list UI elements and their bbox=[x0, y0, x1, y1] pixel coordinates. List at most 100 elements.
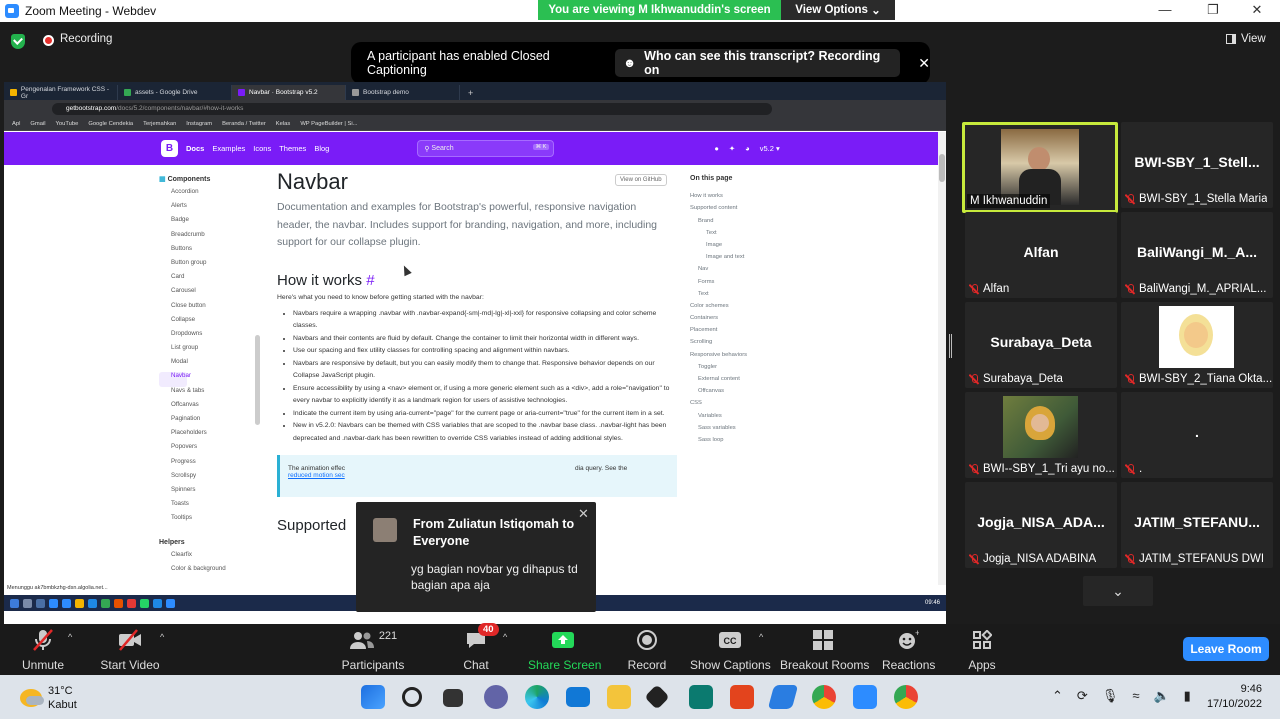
scrollbar-thumb[interactable] bbox=[939, 154, 945, 182]
bookmark[interactable]: Instagram bbox=[186, 121, 212, 127]
dropbox-icon[interactable] bbox=[644, 684, 670, 710]
sidebar-link[interactable]: Modal bbox=[159, 358, 259, 372]
toc-link[interactable]: Color schemes bbox=[690, 303, 790, 315]
sidebar-link[interactable]: Card bbox=[159, 273, 259, 287]
toc-link[interactable]: Sass variables bbox=[690, 425, 790, 437]
sidebar-link[interactable]: Collapse bbox=[159, 316, 259, 330]
sidebar-link[interactable]: Accordion bbox=[159, 188, 259, 202]
show-captions-button[interactable]: CC Show Captions bbox=[690, 627, 771, 672]
bookmark[interactable]: Terjemahkan bbox=[143, 121, 176, 127]
video-tile[interactable]: BWI-SBY_1_Stell... BWI-SBY_1_Stella Mari… bbox=[1121, 122, 1273, 208]
chat-options-caret[interactable]: ^ bbox=[503, 632, 507, 642]
nav-themes[interactable]: Themes bbox=[279, 144, 306, 153]
sidebar-scrollbar[interactable] bbox=[255, 335, 260, 425]
reduced-motion-link[interactable]: reduced motion sec bbox=[288, 472, 345, 479]
video-tile[interactable]: BWI--SBY_1_Tri ayu no... bbox=[965, 392, 1117, 478]
bookmark[interactable]: WP PageBuilder | Si... bbox=[300, 121, 357, 127]
bookmark[interactable]: Google Cendekia bbox=[88, 121, 133, 127]
browser-tab-active[interactable]: Navbar · Bootstrap v5.2 bbox=[232, 85, 346, 100]
start-video-button[interactable]: Start Video bbox=[100, 627, 160, 672]
video-tile[interactable]: BWI-SBY_2_Tiana Okta... bbox=[1121, 302, 1273, 388]
windows-start-icon[interactable] bbox=[361, 685, 385, 709]
toc-link[interactable]: Image bbox=[690, 242, 790, 254]
sidebar-link[interactable]: Offcanvas bbox=[159, 401, 259, 415]
toc-link[interactable]: How it works bbox=[690, 193, 790, 205]
recording-label[interactable]: Recording bbox=[60, 33, 112, 45]
minimize-button[interactable]: — bbox=[1142, 0, 1188, 22]
unmute-button[interactable]: Unmute bbox=[18, 627, 68, 672]
microphone-icon[interactable]: 🎙 bbox=[1102, 688, 1119, 704]
twitter-icon[interactable]: ✦ bbox=[729, 144, 735, 153]
system-clock[interactable]: 9:46 17/10/2022 bbox=[1199, 682, 1262, 712]
sidebar-link[interactable]: Progress bbox=[159, 458, 259, 472]
video-tile[interactable]: Jogja_NISA_ADA... Jogja_NISA ADABINA bbox=[965, 482, 1117, 568]
captions-options-caret[interactable]: ^ bbox=[759, 632, 763, 642]
browser-tab[interactable]: assets - Google Drive bbox=[118, 85, 232, 100]
toc-link[interactable]: Variables bbox=[690, 413, 790, 425]
participants-button[interactable]: 221 Participants bbox=[340, 627, 406, 672]
view-on-github-button[interactable]: View on GitHub bbox=[615, 174, 667, 186]
video-tile[interactable]: BaliWangi_M._A... BaliWangi_M._APRIAL... bbox=[1121, 212, 1273, 298]
sidebar-link[interactable]: Navs & tabs bbox=[159, 387, 259, 401]
browser-tab[interactable]: Bootstrap demo bbox=[346, 85, 460, 100]
teams-chat-icon[interactable] bbox=[484, 685, 508, 709]
toc-link[interactable]: Sass loop bbox=[690, 437, 790, 449]
weather-widget[interactable]: 31°C Kabut bbox=[20, 684, 77, 712]
nav-blog[interactable]: Blog bbox=[314, 144, 329, 153]
sidebar-link[interactable]: Buttons bbox=[159, 245, 259, 259]
sidebar-link[interactable]: Scrollspy bbox=[159, 472, 259, 486]
chevron-up-icon[interactable]: ⌃ bbox=[1052, 688, 1063, 704]
speaker-muted-icon[interactable]: 🔈 bbox=[1153, 688, 1169, 704]
toc-link[interactable]: Scrolling bbox=[690, 339, 790, 351]
sidebar-link[interactable]: Breadcrumb bbox=[159, 231, 259, 245]
battery-icon[interactable]: ▮ bbox=[1184, 688, 1191, 704]
toc-link[interactable]: Placement bbox=[690, 327, 790, 339]
anchor-link[interactable]: # bbox=[366, 272, 374, 289]
gallery-next-page-button[interactable]: ⌄ bbox=[1083, 576, 1153, 606]
wifi-icon[interactable]: ≈ bbox=[1132, 688, 1139, 704]
toc-link[interactable]: Responsive behaviors bbox=[690, 352, 790, 364]
record-button[interactable]: Record bbox=[626, 627, 668, 672]
sidebar-link[interactable]: Navbar bbox=[159, 372, 191, 387]
browser-tab[interactable]: Pengenalan Framework CSS - Gr bbox=[4, 85, 118, 100]
sidebar-link[interactable]: Close button bbox=[159, 302, 259, 316]
edge-icon[interactable] bbox=[525, 685, 549, 709]
toc-link[interactable]: Brand bbox=[690, 218, 790, 230]
toc-link[interactable]: Nav bbox=[690, 266, 790, 278]
task-view-icon[interactable] bbox=[443, 689, 463, 707]
toc-link[interactable]: External content bbox=[690, 376, 790, 388]
sidebar-link[interactable]: Toasts bbox=[159, 500, 259, 514]
sidebar-link[interactable]: Spinners bbox=[159, 486, 259, 500]
sidebar-link[interactable]: Placeholders bbox=[159, 429, 259, 443]
transcript-info-button[interactable]: ☻ Who can see this transcript? Recording … bbox=[614, 49, 901, 77]
sidebar-link[interactable]: Tooltips bbox=[159, 514, 259, 528]
bookmark[interactable]: Kelas bbox=[276, 121, 291, 127]
toc-link[interactable]: Offcanvas bbox=[690, 388, 790, 400]
sidebar-link[interactable]: Badge bbox=[159, 216, 259, 230]
chrome-icon[interactable] bbox=[894, 685, 918, 709]
view-button[interactable]: View bbox=[1226, 33, 1266, 45]
toc-link[interactable]: Text bbox=[690, 291, 790, 303]
security-shield-icon[interactable] bbox=[11, 34, 25, 49]
video-tile-active[interactable]: M Ikhwanuddin bbox=[962, 122, 1118, 213]
nav-docs[interactable]: Docs bbox=[186, 144, 204, 153]
sync-icon[interactable]: ⟳ bbox=[1077, 688, 1088, 704]
page-scrollbar[interactable] bbox=[938, 132, 946, 585]
toc-link[interactable]: Image and text bbox=[690, 254, 790, 266]
sidebar-link[interactable]: Pagination bbox=[159, 415, 259, 429]
bookmark[interactable]: Beranda / Twitter bbox=[222, 121, 266, 127]
nav-icons[interactable]: Icons bbox=[253, 144, 271, 153]
version-dropdown[interactable]: v5.2 ▾ bbox=[760, 144, 780, 153]
office-icon[interactable] bbox=[730, 685, 754, 709]
toc-link[interactable]: Text bbox=[690, 230, 790, 242]
file-explorer-icon[interactable] bbox=[607, 685, 631, 709]
view-options-button[interactable]: View Options ⌄ bbox=[781, 0, 895, 20]
bookmark[interactable]: Gmail bbox=[30, 121, 45, 127]
reactions-button[interactable]: + Reactions bbox=[882, 627, 935, 672]
sidebar-link[interactable]: Dropdowns bbox=[159, 330, 259, 344]
bookmark[interactable]: Apl bbox=[12, 121, 20, 127]
share-screen-button[interactable]: Share Screen bbox=[528, 627, 601, 672]
sidebar-link[interactable]: Clearfix bbox=[159, 551, 259, 565]
video-tile[interactable]: Alfan Alfan bbox=[965, 212, 1117, 298]
video-options-caret[interactable]: ^ bbox=[160, 632, 164, 642]
